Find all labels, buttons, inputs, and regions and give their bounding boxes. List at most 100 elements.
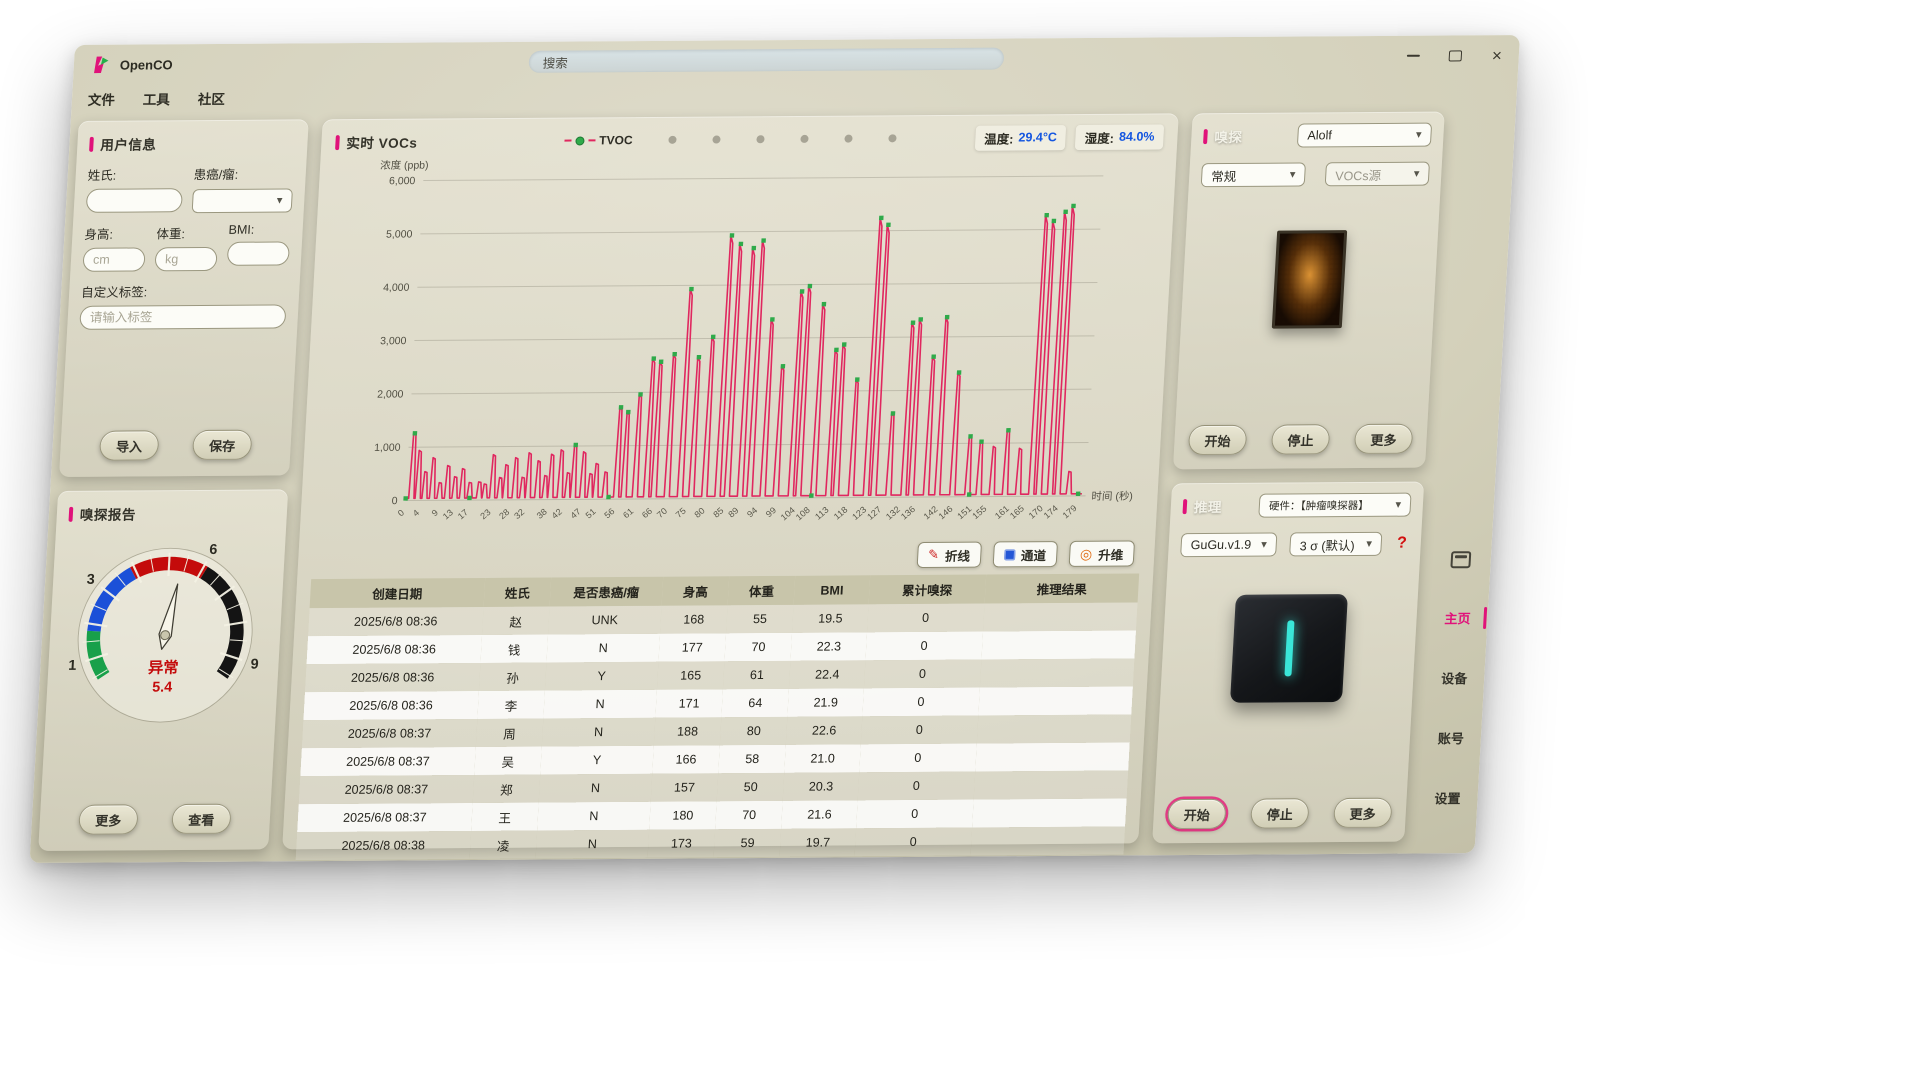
nav-item-settings[interactable]: 设置	[1434, 788, 1461, 807]
table-cell	[980, 658, 1135, 687]
nav-item-devices[interactable]: 设备	[1441, 668, 1468, 687]
legend-disabled-dot[interactable]	[844, 135, 852, 143]
nav-item-account[interactable]: 账号	[1437, 728, 1464, 747]
svg-text:28: 28	[497, 507, 511, 521]
report-more-button[interactable]: 更多	[79, 804, 139, 834]
column-header[interactable]: 累计嗅探	[868, 575, 986, 605]
sniffer-mode-select[interactable]: 常规 ▼	[1201, 162, 1306, 187]
chevron-down-icon: ▼	[1414, 129, 1424, 140]
nav-item-home[interactable]: 主页	[1444, 608, 1471, 627]
close-button[interactable]: ×	[1488, 47, 1505, 63]
column-header[interactable]: 创建日期	[310, 578, 485, 608]
height-input[interactable]	[82, 247, 145, 271]
tag-input[interactable]	[79, 304, 286, 329]
chevron-down-icon: ▼	[1412, 168, 1422, 179]
table-row[interactable]: 2025/6/8 08:38凌N1735919.70	[296, 826, 1126, 860]
user-info-title: 用户信息	[100, 133, 157, 153]
column-header[interactable]: 推理结果	[984, 573, 1139, 603]
svg-text:85: 85	[711, 505, 725, 519]
svg-text:113: 113	[813, 505, 830, 522]
menu-item-tools[interactable]: 工具	[142, 88, 170, 108]
cancer-select[interactable]: ▼	[192, 188, 293, 213]
minimize-button[interactable]	[1404, 48, 1421, 64]
device-status-light	[1284, 620, 1294, 676]
sensor-photo	[1272, 230, 1347, 328]
svg-text:127: 127	[865, 504, 883, 522]
table-cell: N	[536, 830, 649, 859]
table-cell: 0	[859, 744, 976, 773]
humidity-chip: 湿度: 84.0%	[1075, 124, 1164, 150]
svg-text:6,000: 6,000	[389, 175, 416, 187]
svg-text:56: 56	[602, 506, 616, 520]
sniffer-more-button[interactable]: 更多	[1354, 424, 1414, 454]
legend-disabled-dot[interactable]	[800, 135, 808, 143]
sniffer-stop-button[interactable]: 停止	[1271, 424, 1331, 454]
save-button[interactable]: 保存	[192, 430, 252, 460]
svg-text:118: 118	[832, 505, 849, 522]
surname-input[interactable]	[86, 188, 183, 213]
tag-label: 自定义标签:	[81, 280, 288, 300]
sigma-select[interactable]: 3 σ (默认) ▼	[1289, 532, 1382, 557]
temperature-value: 29.4°C	[1018, 130, 1057, 144]
inference-stop-button[interactable]: 停止	[1250, 798, 1310, 828]
maximize-button[interactable]	[1446, 47, 1463, 63]
hardware-select[interactable]: 硬件：【肿瘤嗅探器】 ▼	[1258, 493, 1411, 518]
channel-button[interactable]: 通道	[992, 541, 1057, 567]
pencil-icon: ✎	[928, 547, 940, 563]
table-cell: 173	[647, 829, 715, 857]
table-cell: UNK	[548, 606, 661, 635]
bmi-input[interactable]	[227, 241, 290, 265]
model-select[interactable]: GuGu.v1.9 ▼	[1180, 533, 1277, 558]
column-header[interactable]: 体重	[728, 576, 796, 605]
column-header[interactable]: 身高	[661, 576, 729, 605]
table-cell: 吴	[474, 747, 542, 775]
legend-item-tvoc[interactable]: TVOC	[564, 133, 633, 147]
table-cell: 55	[726, 605, 794, 633]
report-view-button[interactable]: 查看	[172, 804, 232, 834]
menu-item-file[interactable]: 文件	[87, 89, 115, 109]
table-cell	[970, 826, 1125, 855]
sniffer-device-select[interactable]: Alolf ▼	[1297, 123, 1432, 148]
humidity-label: 湿度:	[1084, 127, 1114, 146]
user-info-panel: 用户信息 姓氏: 患癌/瘤: ▼ 身高:	[59, 119, 309, 477]
table-cell: 王	[471, 803, 539, 831]
app-name: OpenCO	[119, 57, 173, 72]
table-cell: 21.0	[785, 744, 861, 773]
tray-icon[interactable]	[1450, 551, 1471, 568]
search-input[interactable]: 搜索	[528, 48, 1004, 73]
table-cell: N	[543, 690, 656, 719]
legend-marker-icon	[575, 136, 585, 145]
inference-more-button[interactable]: 更多	[1333, 798, 1393, 828]
legend-disabled-dot[interactable]	[712, 136, 720, 144]
table-cell: 188	[654, 717, 722, 745]
sniffer-start-button[interactable]: 开始	[1188, 425, 1248, 455]
help-icon[interactable]: ?	[1394, 535, 1409, 553]
table-cell	[978, 686, 1133, 715]
svg-text:155: 155	[970, 504, 988, 522]
svg-text:61: 61	[621, 506, 635, 520]
app-logo-icon	[89, 54, 112, 76]
sniff-report-panel: 嗅探报告 1369异常5.4 更多 查看	[38, 489, 288, 851]
inference-title: 推理	[1193, 496, 1222, 516]
column-header[interactable]: 姓氏	[483, 578, 551, 607]
line-mode-button[interactable]: ✎ 折线	[916, 542, 981, 568]
updim-button[interactable]: ◎ 升维	[1068, 540, 1135, 566]
table-cell: N	[547, 634, 660, 663]
svg-text:6: 6	[209, 542, 218, 558]
legend-disabled-dot[interactable]	[888, 134, 896, 142]
svg-text:9: 9	[430, 507, 440, 518]
legend-disabled-dot[interactable]	[668, 136, 676, 144]
legend-disabled-dot[interactable]	[756, 135, 764, 143]
sniffer-source-select[interactable]: VOCs源 ▼	[1325, 162, 1430, 187]
table-cell: 70	[725, 633, 793, 661]
import-button[interactable]: 导入	[99, 430, 159, 460]
column-header[interactable]: BMI	[794, 575, 870, 605]
table-cell	[973, 770, 1128, 799]
svg-text:94: 94	[745, 505, 759, 519]
column-header[interactable]: 是否患癌/瘤	[550, 577, 663, 607]
brand: OpenCO	[89, 53, 173, 76]
menu-item-community[interactable]: 社区	[197, 88, 225, 108]
weight-input[interactable]	[154, 247, 217, 271]
inference-start-button[interactable]: 开始	[1167, 799, 1227, 829]
records-table: 创建日期姓氏是否患癌/瘤身高体重BMI累计嗅探推理结果 2025/6/8 08:…	[296, 573, 1140, 860]
